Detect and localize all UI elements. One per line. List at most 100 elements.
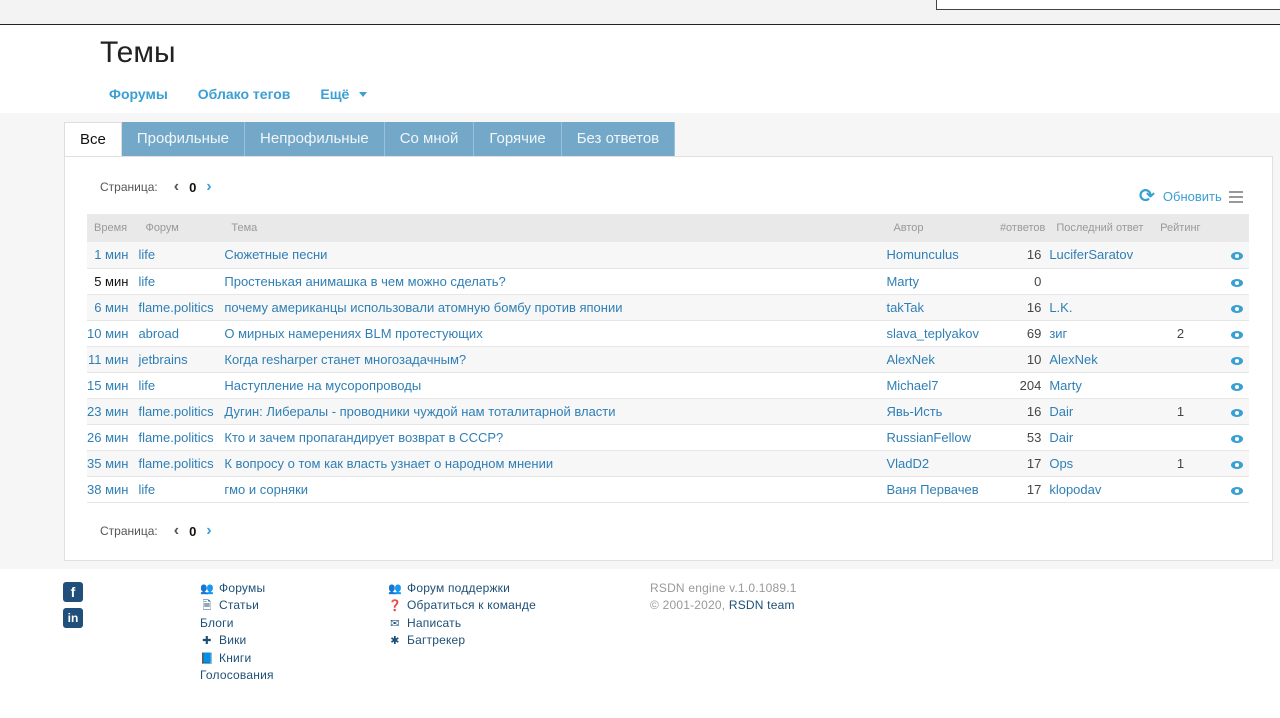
chevron-left-icon[interactable]: ‹ — [174, 178, 179, 196]
eye-icon[interactable] — [1231, 330, 1243, 339]
row-forum[interactable]: life — [138, 476, 225, 503]
row-topic[interactable]: Кто и зачем пропагандирует возврат в ССС… — [224, 424, 887, 451]
row-author[interactable]: Явь-Исть — [886, 398, 987, 425]
facebook-icon[interactable]: f — [63, 582, 83, 602]
row-topic[interactable]: Наступление на мусоропроводы — [224, 372, 887, 399]
row-forum[interactable]: life — [138, 242, 225, 269]
row-time[interactable]: 38 мин — [87, 476, 139, 503]
row-watch[interactable] — [1208, 424, 1249, 451]
row-author[interactable]: Marty — [886, 268, 987, 295]
row-watch[interactable] — [1208, 294, 1249, 321]
eye-icon[interactable] — [1231, 434, 1243, 443]
row-forum[interactable]: jetbrains — [138, 346, 225, 373]
footer-link-articles[interactable]: 🗎 Статьи — [200, 597, 274, 614]
row-last-reply[interactable]: LuciferSaratov — [1049, 242, 1154, 269]
col-time[interactable]: Время — [87, 214, 139, 242]
row-topic[interactable]: гмо и сорняки — [224, 476, 887, 503]
footer-link-support-forum[interactable]: 👥 Форум поддержки — [388, 580, 536, 597]
row-watch[interactable] — [1208, 372, 1249, 399]
row-last-reply[interactable]: Ops — [1049, 450, 1154, 477]
row-last-reply[interactable]: AlexNek — [1049, 346, 1154, 373]
col-replies[interactable]: #ответов — [986, 214, 1050, 242]
tab-profile[interactable]: Профильные — [121, 122, 246, 156]
tab-hot[interactable]: Горячие — [474, 122, 562, 156]
row-last-reply[interactable]: klopodav — [1049, 476, 1154, 503]
row-topic[interactable]: Когда resharper станет многозадачным? — [224, 346, 887, 373]
row-author[interactable]: slava_teplyakov — [886, 320, 987, 347]
col-topic[interactable]: Тема — [224, 214, 887, 242]
col-rating[interactable]: Рейтинг — [1153, 214, 1209, 242]
row-watch[interactable] — [1208, 398, 1249, 425]
row-watch[interactable] — [1208, 476, 1249, 503]
chevron-right-icon[interactable]: › — [206, 178, 211, 196]
row-watch[interactable] — [1208, 320, 1249, 347]
row-time[interactable]: 6 мин — [87, 294, 139, 321]
eye-icon[interactable] — [1231, 356, 1243, 365]
eye-icon[interactable] — [1231, 408, 1243, 417]
row-forum[interactable]: life — [138, 372, 225, 399]
nav-forums-link[interactable]: Форумы — [109, 86, 168, 102]
eye-icon[interactable] — [1231, 304, 1243, 313]
row-topic[interactable]: Простенькая анимашка в чем можно сделать… — [224, 268, 887, 295]
col-forum[interactable]: Форум — [138, 214, 225, 242]
refresh-button[interactable]: ⟳ Обновить — [1139, 187, 1222, 206]
row-watch[interactable] — [1208, 450, 1249, 477]
row-author[interactable]: takTak — [886, 294, 987, 321]
row-last-reply[interactable]: Dair — [1049, 424, 1154, 451]
eye-icon[interactable] — [1231, 460, 1243, 469]
menu-icon[interactable] — [1229, 191, 1243, 203]
nav-tag-cloud-link[interactable]: Облако тегов — [198, 86, 291, 102]
row-watch[interactable] — [1208, 242, 1249, 269]
eye-icon[interactable] — [1231, 252, 1243, 261]
row-time[interactable]: 10 мин — [87, 320, 139, 347]
row-topic[interactable]: К вопросу о том как власть узнает о наро… — [224, 450, 887, 477]
footer-link-forums[interactable]: 👥 Форумы — [200, 580, 274, 597]
row-forum[interactable]: flame.politics — [138, 424, 225, 451]
row-topic[interactable]: О мирных намерениях BLM протестующих — [224, 320, 887, 347]
row-time[interactable]: 11 мин — [87, 346, 139, 373]
eye-icon[interactable] — [1231, 382, 1243, 391]
row-author[interactable]: RussianFellow — [886, 424, 987, 451]
footer-link-blogs[interactable]: Блоги — [200, 615, 274, 632]
chevron-right-icon[interactable]: › — [206, 522, 211, 540]
search-box-fragment[interactable] — [936, 0, 1280, 10]
tab-with-me[interactable]: Со мной — [384, 122, 475, 156]
nav-more-dropdown[interactable]: Ещё — [320, 86, 368, 102]
row-last-reply[interactable] — [1049, 268, 1154, 295]
eye-icon[interactable] — [1231, 486, 1243, 495]
row-time[interactable]: 23 мин — [87, 398, 139, 425]
row-time[interactable]: 15 мин — [87, 372, 139, 399]
col-last-reply[interactable]: Последний ответ — [1049, 214, 1154, 242]
row-author[interactable]: VladD2 — [886, 450, 987, 477]
row-forum[interactable]: flame.politics — [138, 398, 225, 425]
row-last-reply[interactable]: зиг — [1049, 320, 1154, 347]
footer-link-books[interactable]: 📘 Книги — [200, 650, 274, 667]
row-watch[interactable] — [1208, 346, 1249, 373]
row-forum[interactable]: life — [138, 268, 225, 295]
row-author[interactable]: Michael7 — [886, 372, 987, 399]
tab-all[interactable]: Все — [64, 122, 122, 157]
footer-link-bugtracker[interactable]: ✱ Багтрекер — [388, 632, 536, 649]
footer-link-contact-team[interactable]: ❓ Обратиться к команде — [388, 597, 536, 614]
row-author[interactable]: AlexNek — [886, 346, 987, 373]
row-watch[interactable] — [1208, 268, 1249, 295]
chevron-left-icon[interactable]: ‹ — [174, 522, 179, 540]
row-forum[interactable]: flame.politics — [138, 294, 225, 321]
row-topic[interactable]: Дугин: Либералы - проводники чуждой нам … — [224, 398, 887, 425]
footer-link-wiki[interactable]: ✚ Вики — [200, 632, 274, 649]
eye-icon[interactable] — [1231, 278, 1243, 287]
tab-nonprofile[interactable]: Непрофильные — [245, 122, 385, 156]
row-author[interactable]: Ваня Первачев — [886, 476, 987, 503]
row-last-reply[interactable]: Marty — [1049, 372, 1154, 399]
team-link[interactable]: RSDN team — [729, 598, 795, 612]
row-time[interactable]: 35 мин — [87, 450, 139, 477]
row-author[interactable]: Homunculus — [886, 242, 987, 269]
row-time[interactable]: 26 мин — [87, 424, 139, 451]
col-author[interactable]: Автор — [886, 214, 987, 242]
tab-unanswered[interactable]: Без ответов — [561, 122, 676, 156]
linkedin-icon[interactable]: in — [63, 608, 83, 628]
footer-link-polls[interactable]: Голосования — [200, 667, 274, 684]
row-last-reply[interactable]: L.K. — [1049, 294, 1154, 321]
row-last-reply[interactable]: Dair — [1049, 398, 1154, 425]
row-forum[interactable]: abroad — [138, 320, 225, 347]
